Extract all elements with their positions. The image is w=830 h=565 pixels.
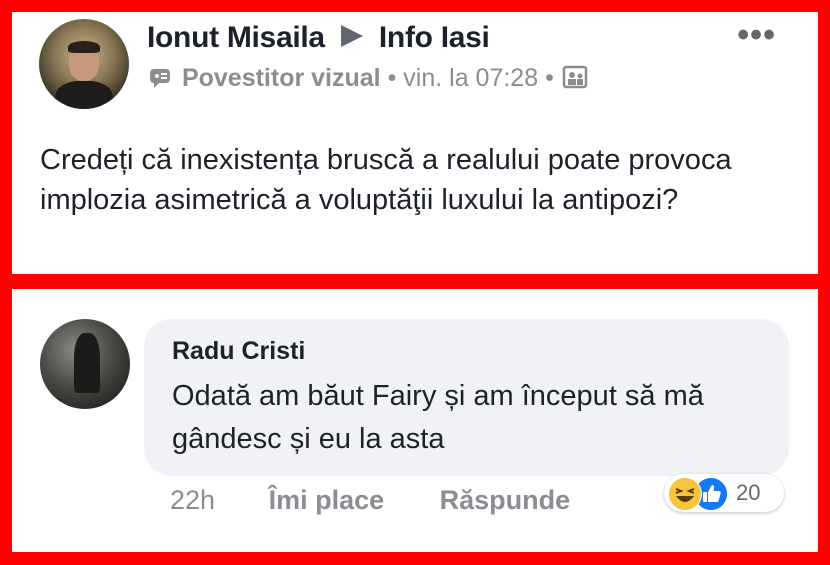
haha-icon <box>668 477 702 511</box>
post-header: Ionut Misaila Info Iasi <box>147 21 490 55</box>
post-card: Ionut Misaila Info Iasi ••• Povestitor v… <box>12 12 818 274</box>
more-options-icon[interactable]: ••• <box>737 16 776 55</box>
author-name-link[interactable]: Ionut Misaila <box>147 21 325 54</box>
reaction-count: 20 <box>736 480 761 505</box>
author-badge[interactable]: Povestitor vizual <box>182 64 381 92</box>
comment-bubble: Radu Cristi Odată am băut Fairy și am în… <box>144 319 789 476</box>
comment-text: Odată am băut Fairy și am început să mă … <box>172 380 704 455</box>
group-photo-icon <box>562 65 588 89</box>
meta-separator: • <box>387 64 397 92</box>
triangle-right-icon <box>340 25 363 47</box>
reaction-summary[interactable]: 20 <box>664 474 784 512</box>
post-meta: Povestitor vizual • vin. la 07:28 • <box>147 64 589 93</box>
group-name-link[interactable]: Info Iasi <box>379 21 490 54</box>
reply-button[interactable]: Răspunde <box>440 485 571 516</box>
comment-card: Radu Cristi Odată am băut Fairy și am în… <box>12 289 818 552</box>
comment-timestamp[interactable]: 22h <box>170 485 215 516</box>
author-avatar[interactable] <box>39 19 129 109</box>
commenter-avatar[interactable] <box>40 319 130 409</box>
post-text: Credeți că inexistența bruscă a realului… <box>40 144 732 216</box>
meta-separator: • <box>545 64 554 92</box>
commenter-name-link[interactable]: Radu Cristi <box>172 337 305 366</box>
post-timestamp[interactable]: vin. la 07:28 <box>403 64 538 92</box>
badge-icon <box>150 69 170 88</box>
comment-actions: 22h Îmi place Răspunde <box>170 485 570 516</box>
like-button[interactable]: Îmi place <box>269 485 385 516</box>
